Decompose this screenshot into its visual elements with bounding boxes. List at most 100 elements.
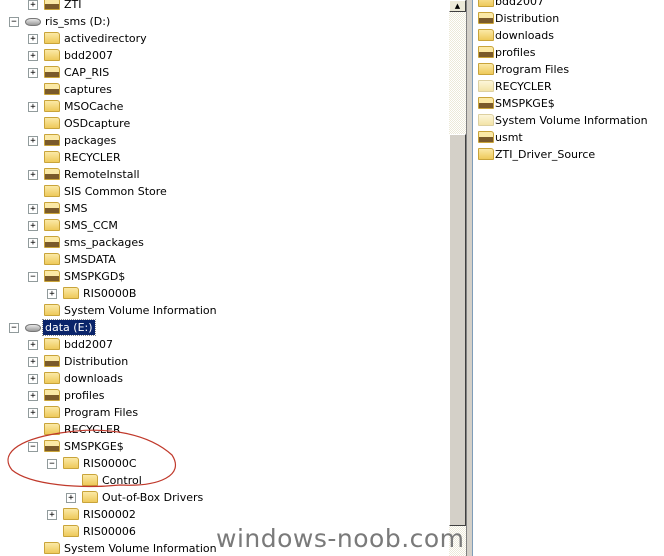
shared-folder-icon [44,270,60,282]
list-item-label: ZTI_Driver_Source [495,148,596,161]
tree-item-label: SMS [64,202,88,215]
tree-item[interactable]: − SMSPKGD$ [0,268,449,285]
tree-item[interactable]: System Volume Information [0,302,449,319]
list-item[interactable]: SMSPKGE$ [473,95,664,112]
tree-item[interactable]: RECYCLER [0,421,449,438]
folder-icon [63,525,79,537]
tree-item[interactable]: captures [0,81,449,98]
folder-icon [44,423,60,435]
tree-item[interactable]: + Program Files [0,404,449,421]
tree-item-label: SMSPKGE$ [64,440,124,453]
shared-folder-icon [478,97,494,109]
expand-plus-icon[interactable]: + [28,391,38,401]
list-item-label: profiles [495,46,536,59]
tree-item-label: RIS00006 [83,525,136,538]
tree-item[interactable]: OSDcapture [0,115,449,132]
tree-item[interactable]: + SMS_CCM [0,217,449,234]
list-item-label: usmt [495,131,523,144]
shared-folder-icon [44,355,60,367]
collapse-minus-icon[interactable]: − [28,442,38,452]
collapse-minus-icon[interactable]: − [9,323,19,333]
tree-item[interactable]: − SMSPKGE$ [0,438,449,455]
expand-plus-icon[interactable]: + [28,0,38,10]
tree-item[interactable]: Control [0,472,449,489]
list-item[interactable]: usmt [473,129,664,146]
list-item[interactable]: ZTI_Driver_Source [473,146,664,163]
tree-item[interactable]: + Distribution [0,353,449,370]
expand-plus-icon[interactable]: + [28,357,38,367]
tree-item-label: CAP_RIS [64,66,110,79]
tree-item[interactable]: + RIS00002 [0,506,449,523]
expand-plus-icon[interactable]: + [66,493,76,503]
tree-item[interactable]: RECYCLER [0,149,449,166]
expand-plus-icon[interactable]: + [28,408,38,418]
shared-folder-icon [44,134,60,146]
tree-item[interactable]: SMSDATA [0,251,449,268]
expand-plus-icon[interactable]: + [28,102,38,112]
tree-item[interactable]: + bdd2007 [0,47,449,64]
expand-plus-icon[interactable]: + [28,51,38,61]
collapse-minus-icon[interactable]: − [47,459,57,469]
tree-item[interactable]: − RIS0000C [0,455,449,472]
expand-plus-icon[interactable]: + [28,238,38,248]
tree-item[interactable]: + MSOCache [0,98,449,115]
tree-item[interactable]: + Out-of-Box Drivers [0,489,449,506]
tree-item[interactable]: − data (E:) [0,319,449,336]
tree-item-label: ZTI [64,0,82,11]
tree-item-label: System Volume Information [64,542,217,555]
tree-item[interactable]: + RemoteInstall [0,166,449,183]
tree-item[interactable]: + RIS0000B [0,285,449,302]
expand-plus-icon[interactable]: + [28,68,38,78]
list-item[interactable]: RECYCLER [473,78,664,95]
tree-item[interactable]: − ris_sms (D:) [0,13,449,30]
expand-plus-icon[interactable]: + [28,34,38,44]
tree-item[interactable]: + packages [0,132,449,149]
scrollbar-thumb[interactable] [449,134,466,526]
expand-plus-icon[interactable]: + [28,170,38,180]
shared-folder-icon [44,389,60,401]
tree-item-label: Program Files [64,406,139,419]
expand-plus-icon[interactable]: + [28,374,38,384]
tree-item-label: activedirectory [64,32,147,45]
list-item[interactable]: profiles [473,44,664,61]
tree-item[interactable]: + CAP_RIS [0,64,449,81]
tree-item[interactable]: + sms_packages [0,234,449,251]
tree-item[interactable]: + ZTI [0,0,449,13]
collapse-minus-icon[interactable]: − [9,17,19,27]
folder-icon [44,338,60,350]
tree-item[interactable]: + activedirectory [0,30,449,47]
expand-plus-icon[interactable]: + [47,289,57,299]
expand-plus-icon[interactable]: + [28,204,38,214]
expand-plus-icon[interactable]: + [28,340,38,350]
list-item[interactable]: bdd2007 [473,0,664,10]
shared-folder-icon [478,46,494,58]
folder-icon [478,80,494,92]
folder-icon [44,117,60,129]
folder-icon [63,457,79,469]
tree-vertical-scrollbar[interactable]: ▲ [449,0,466,556]
tree-item[interactable]: + SMS [0,200,449,217]
list-item[interactable]: downloads [473,27,664,44]
list-item[interactable]: Distribution [473,10,664,27]
tree-item[interactable]: + downloads [0,370,449,387]
folder-icon [44,219,60,231]
expand-plus-icon[interactable]: + [28,221,38,231]
folder-icon [44,151,60,163]
scroll-up-arrow-icon[interactable]: ▲ [449,0,466,12]
list-item[interactable]: System Volume Information [473,112,664,129]
list-item[interactable]: Program Files [473,61,664,78]
tree-item-label: RIS0000B [83,287,137,300]
folder-contents-pane[interactable]: bdd2007 Distribution downloads profiles Prog… [472,0,664,556]
expand-plus-icon[interactable]: + [28,136,38,146]
folder-icon [44,304,60,316]
folder-icon [44,100,60,112]
tree-item[interactable]: SIS Common Store [0,183,449,200]
expand-plus-icon[interactable]: + [47,510,57,520]
tree-item[interactable]: + profiles [0,387,449,404]
collapse-minus-icon[interactable]: − [28,272,38,282]
tree-item-label: SMSDATA [64,253,116,266]
list-item-label: Distribution [495,12,560,25]
tree-item-label: RIS0000C [83,457,137,470]
tree-item[interactable]: + bdd2007 [0,336,449,353]
folder-tree-pane[interactable]: + ZTI − ris_sms (D:) + activedirectory + bdd200… [0,0,449,556]
